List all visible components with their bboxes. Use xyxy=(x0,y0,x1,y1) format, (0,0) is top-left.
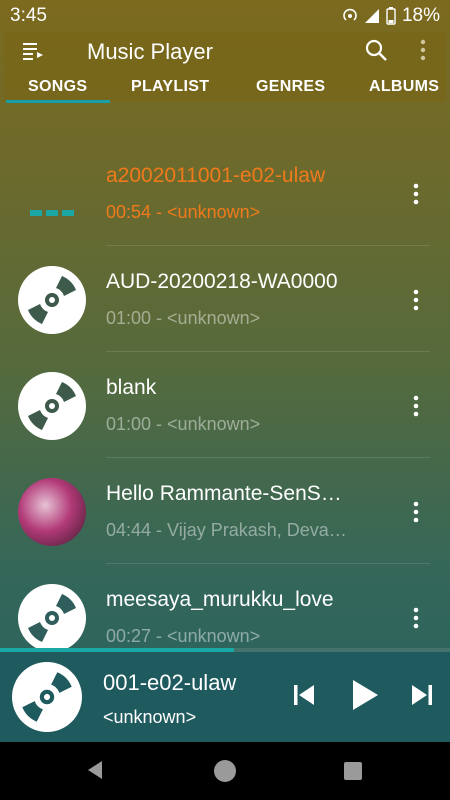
app-toolbar: Music Player SONGS PLAYLIST GENRES ALBUM… xyxy=(4,32,446,103)
system-nav-bar xyxy=(0,742,450,800)
signal-icon xyxy=(364,9,379,23)
now-playing-artist: <unknown> xyxy=(103,707,197,727)
battery-percent: 18% xyxy=(401,5,440,26)
tab-genres[interactable]: GENRES xyxy=(256,78,325,96)
song-options-icon[interactable] xyxy=(408,288,424,312)
home-icon[interactable] xyxy=(214,760,236,782)
hotspot-icon xyxy=(343,8,357,21)
tab-bar: SONGS PLAYLIST GENRES ALBUMS xyxy=(4,72,446,102)
song-subtitle: 01:00 - <unknown> xyxy=(106,308,261,328)
skip-previous-icon[interactable] xyxy=(292,682,316,708)
play-icon[interactable] xyxy=(350,678,380,712)
song-options-icon[interactable] xyxy=(408,182,424,206)
selected-tab-indicator xyxy=(6,100,110,103)
music-player-app: 3:45 18% Music Player SONGS PLAYLIST GEN… xyxy=(0,0,450,800)
playlist-menu-icon[interactable] xyxy=(22,40,44,62)
song-row[interactable]: Hello Rammante-SenS… 04:44 - Vijay Praka… xyxy=(0,458,450,564)
song-subtitle: 00:27 - <unknown> xyxy=(106,626,261,646)
now-playing-title: 001-e02-ulaw xyxy=(103,670,237,695)
status-icons: 18% xyxy=(342,5,440,27)
tab-albums[interactable]: ALBUMS xyxy=(369,78,439,96)
song-row[interactable]: AUD-20200218-WA0000 01:00 - <unknown> xyxy=(0,246,450,352)
tab-playlist[interactable]: PLAYLIST xyxy=(131,78,209,96)
song-title: Hello Rammante-SenS… xyxy=(106,482,342,505)
app-title: Music Player xyxy=(87,39,213,64)
song-options-icon[interactable] xyxy=(408,606,424,630)
status-time: 3:45 xyxy=(10,5,47,26)
song-title: meesaya_murukku_love xyxy=(106,588,334,611)
song-title: AUD-20200218-WA0000 xyxy=(106,270,338,293)
battery-icon xyxy=(386,7,396,25)
search-icon[interactable] xyxy=(364,38,388,62)
status-bar: 3:45 18% xyxy=(0,0,450,32)
song-subtitle: 01:00 - <unknown> xyxy=(106,414,261,434)
song-subtitle: 00:54 - <unknown> xyxy=(106,202,261,222)
recents-icon[interactable] xyxy=(344,762,362,780)
more-vert-icon[interactable] xyxy=(418,38,428,62)
playing-equalizer-icon xyxy=(30,210,74,216)
skip-next-icon[interactable] xyxy=(410,682,434,708)
song-options-icon[interactable] xyxy=(408,394,424,418)
song-title: blank xyxy=(106,376,157,399)
back-icon[interactable] xyxy=(86,760,104,780)
mini-player[interactable]: 001-e02-ulaw <unknown> xyxy=(0,652,450,742)
song-subtitle: 04:44 - Vijay Prakash, Deva… xyxy=(106,520,347,540)
song-row[interactable]: a2002011001-e02-ulaw 00:54 - <unknown> xyxy=(0,140,450,246)
disc-icon xyxy=(18,372,86,440)
song-options-icon[interactable] xyxy=(408,500,424,524)
tab-songs[interactable]: SONGS xyxy=(28,78,87,96)
disc-icon xyxy=(18,266,86,334)
song-row[interactable]: blank 01:00 - <unknown> xyxy=(0,352,450,458)
song-title: a2002011001-e02-ulaw xyxy=(106,164,326,187)
disc-icon xyxy=(12,662,82,732)
disc-icon xyxy=(18,584,86,652)
album-art xyxy=(18,478,86,546)
